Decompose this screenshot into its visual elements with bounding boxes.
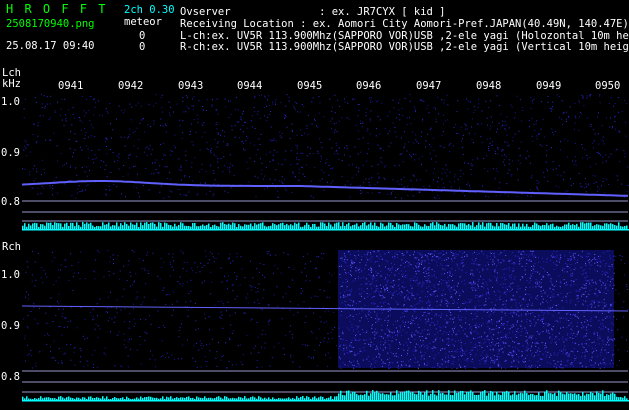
rch-meter-baseline (22, 400, 629, 402)
lch-meter-baseline (22, 229, 629, 231)
lch-spectrogram (21, 94, 629, 231)
rch-spectrogram (21, 250, 629, 402)
spectrogram (21, 94, 629, 402)
